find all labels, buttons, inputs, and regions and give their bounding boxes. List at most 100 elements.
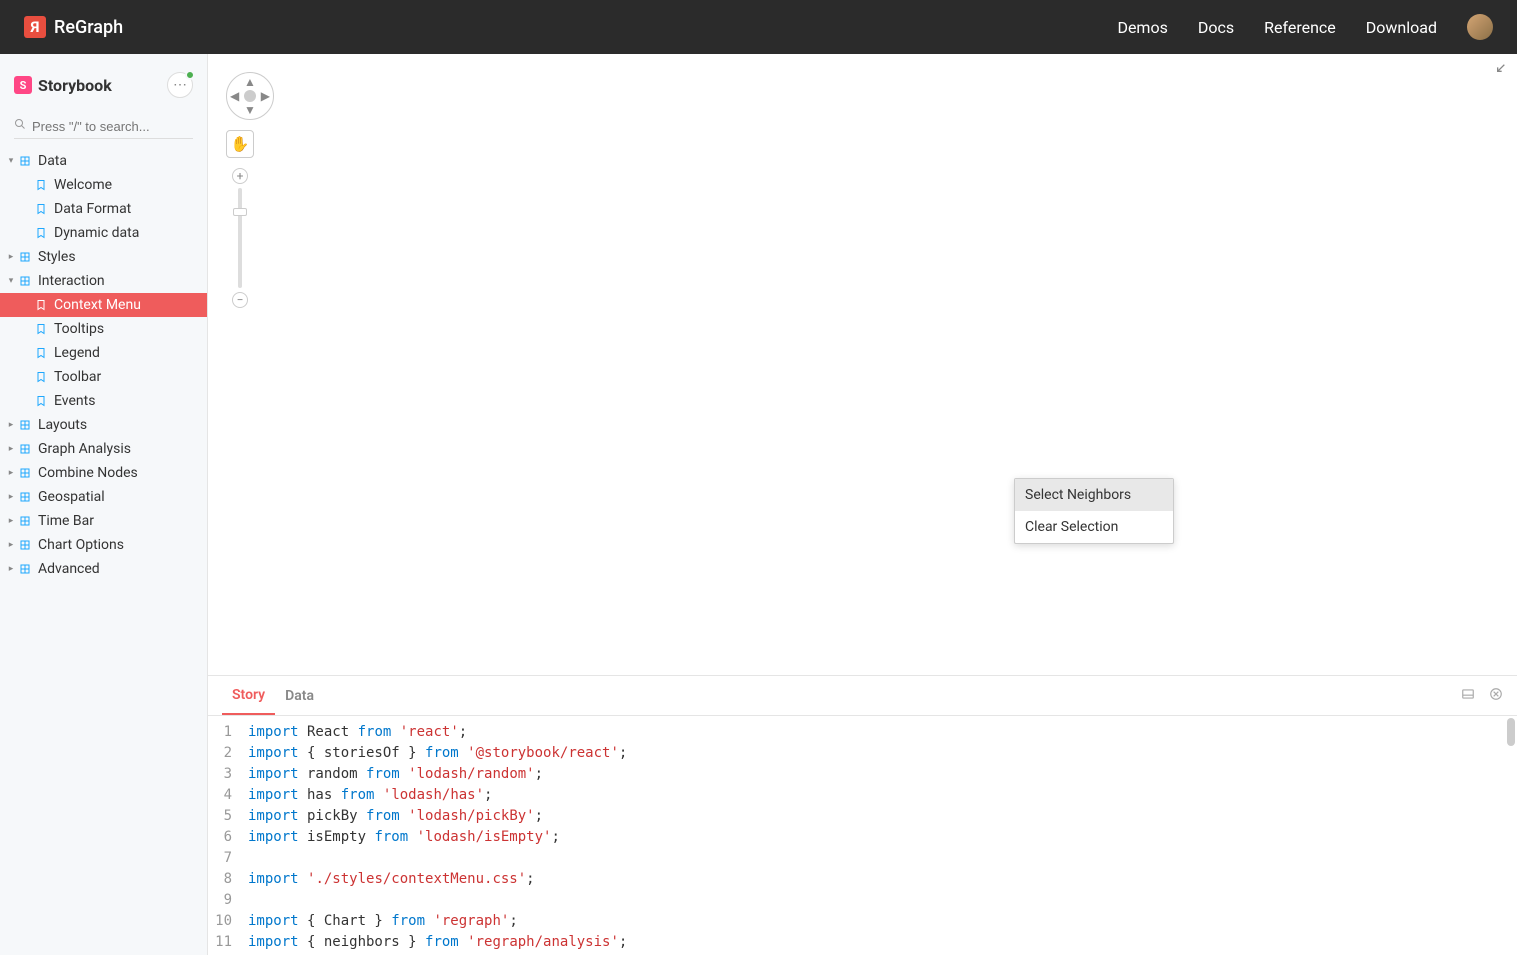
tree-styles[interactable]: ▸Styles	[0, 245, 207, 269]
tree-label: Combine Nodes	[38, 465, 138, 481]
hand-icon: ✋	[231, 135, 250, 153]
nav-reference[interactable]: Reference	[1264, 18, 1336, 37]
bookmark-icon	[34, 178, 48, 192]
tree-layouts[interactable]: ▸Layouts	[0, 413, 207, 437]
arrow-left-icon[interactable]: ◀	[230, 89, 239, 103]
bookmark-icon	[34, 394, 48, 408]
tree-welcome[interactable]: Welcome	[0, 173, 207, 197]
code-line: 11import { neighbors } from 'regraph/ana…	[208, 932, 1517, 953]
tree-data[interactable]: ▾ Data	[0, 149, 207, 173]
pan-control[interactable]: ▲ ▼ ◀ ▶	[226, 72, 274, 120]
tree-toolbar[interactable]: Toolbar	[0, 365, 207, 389]
arrow-down-icon[interactable]: ▼	[244, 103, 256, 117]
tree-geospatial[interactable]: ▸ Geospatial	[0, 485, 207, 509]
ctx-clear-selection[interactable]: Clear Selection	[1015, 511, 1173, 543]
expand-diagonal-icon[interactable]	[1495, 58, 1511, 78]
grid-icon	[18, 466, 32, 480]
tree-label: Time Bar	[38, 513, 94, 529]
zoom-in-button[interactable]: +	[232, 168, 248, 184]
caret-icon: ▸	[6, 444, 16, 454]
tree-context-menu[interactable]: Context Menu	[0, 293, 207, 317]
graph-canvas[interactable]: ▲ ▼ ◀ ▶ ✋ + − Select Neighb	[208, 54, 1517, 675]
pan-center-icon[interactable]	[244, 90, 256, 102]
code-line: 10import { Chart } from 'regraph';	[208, 911, 1517, 932]
caret-icon: ▸	[6, 468, 16, 478]
panel-layout-icon[interactable]	[1461, 687, 1475, 705]
caret-icon: ▸	[6, 540, 16, 550]
tree-chart-options[interactable]: ▸ Chart Options	[0, 533, 207, 557]
caret-icon: ▸	[6, 564, 16, 574]
tree-legend[interactable]: Legend	[0, 341, 207, 365]
code-line: 5import pickBy from 'lodash/pickBy';	[208, 806, 1517, 827]
tree-combine-nodes[interactable]: ▸ Combine Nodes	[0, 461, 207, 485]
bookmark-icon	[34, 202, 48, 216]
code-line: 8import './styles/contextMenu.css';	[208, 869, 1517, 890]
sidebar-more-button[interactable]: ⋯	[167, 72, 193, 98]
tree-graph-analysis[interactable]: ▸Graph Analysis	[0, 437, 207, 461]
tree-label: Interaction	[38, 273, 105, 289]
nav-docs[interactable]: Docs	[1198, 18, 1234, 37]
caret-icon: ▾	[6, 156, 16, 166]
search-input[interactable]	[32, 119, 208, 134]
caret-icon: ▸	[6, 252, 16, 262]
tree-label: Events	[54, 393, 95, 409]
user-avatar[interactable]	[1467, 14, 1493, 40]
search-input-wrap[interactable]	[14, 114, 193, 139]
tree-label: Data Format	[54, 201, 131, 217]
arrow-right-icon[interactable]: ▶	[261, 89, 270, 103]
panel-close-icon[interactable]	[1489, 687, 1503, 705]
sidebar: S Storybook ⋯ ▾ Data Welcome Data Format Dyn…	[0, 54, 208, 955]
bottom-panel: Story Data 1import React from 'react';2i…	[208, 675, 1517, 955]
nav-demos[interactable]: Demos	[1117, 18, 1167, 37]
grid-icon	[18, 250, 32, 264]
tree-label: Welcome	[54, 177, 112, 193]
code-line: 2import { storiesOf } from '@storybook/r…	[208, 743, 1517, 764]
storybook-title-text: Storybook	[38, 76, 112, 95]
tree-advanced[interactable]: ▸Advanced	[0, 557, 207, 581]
tree-label: Legend	[54, 345, 100, 361]
nav-controls: ▲ ▼ ◀ ▶ ✋ + −	[226, 72, 274, 308]
bookmark-icon	[34, 346, 48, 360]
code-line: 4import has from 'lodash/has';	[208, 785, 1517, 806]
tree-events[interactable]: Events	[0, 389, 207, 413]
brand-name: ReGraph	[54, 17, 123, 38]
caret-icon: ▸	[6, 492, 16, 502]
grid-icon	[18, 538, 32, 552]
caret-icon: ▾	[6, 276, 16, 286]
bookmark-icon	[34, 322, 48, 336]
grid-icon	[18, 154, 32, 168]
nav-download[interactable]: Download	[1366, 18, 1437, 37]
zoom-slider[interactable]	[238, 188, 242, 288]
code-line: 6import isEmpty from 'lodash/isEmpty';	[208, 827, 1517, 848]
code-area[interactable]: 1import React from 'react';2import { sto…	[208, 716, 1517, 955]
caret-icon: ▸	[6, 420, 16, 430]
arrow-up-icon[interactable]: ▲	[244, 75, 256, 89]
zoom-out-button[interactable]: −	[232, 292, 248, 308]
bookmark-icon	[34, 298, 48, 312]
tree-label: Geospatial	[38, 489, 105, 505]
tab-story[interactable]: Story	[222, 677, 275, 715]
storybook-logo-icon: S	[14, 76, 32, 94]
code-line: 3import random from 'lodash/random';	[208, 764, 1517, 785]
tree-dynamic-data[interactable]: Dynamic data	[0, 221, 207, 245]
tree-data-format[interactable]: Data Format	[0, 197, 207, 221]
zoom-handle[interactable]	[233, 208, 247, 216]
brand-logo[interactable]: Я ReGraph	[24, 16, 123, 38]
hand-tool-button[interactable]: ✋	[226, 130, 254, 158]
tab-data[interactable]: Data	[275, 678, 324, 714]
bookmark-icon	[34, 226, 48, 240]
top-nav: Demos Docs Reference Download	[1117, 14, 1493, 40]
nav-tree: ▾ Data Welcome Data Format Dynamic data▸Styl…	[0, 149, 207, 955]
tree-label: Chart Options	[38, 537, 124, 553]
grid-icon	[18, 490, 32, 504]
search-icon	[14, 118, 26, 134]
content-area: ▲ ▼ ◀ ▶ ✋ + − Select Neighb	[208, 54, 1517, 955]
ctx-select-neighbors[interactable]: Select Neighbors	[1015, 479, 1173, 511]
tree-time-bar[interactable]: ▸Time Bar	[0, 509, 207, 533]
tree-interaction[interactable]: ▾ Interaction	[0, 269, 207, 293]
tree-label: Data	[38, 153, 67, 169]
scrollbar-thumb[interactable]	[1507, 718, 1515, 746]
grid-icon	[18, 562, 32, 576]
tree-tooltips[interactable]: Tooltips	[0, 317, 207, 341]
storybook-title[interactable]: S Storybook	[14, 76, 112, 95]
